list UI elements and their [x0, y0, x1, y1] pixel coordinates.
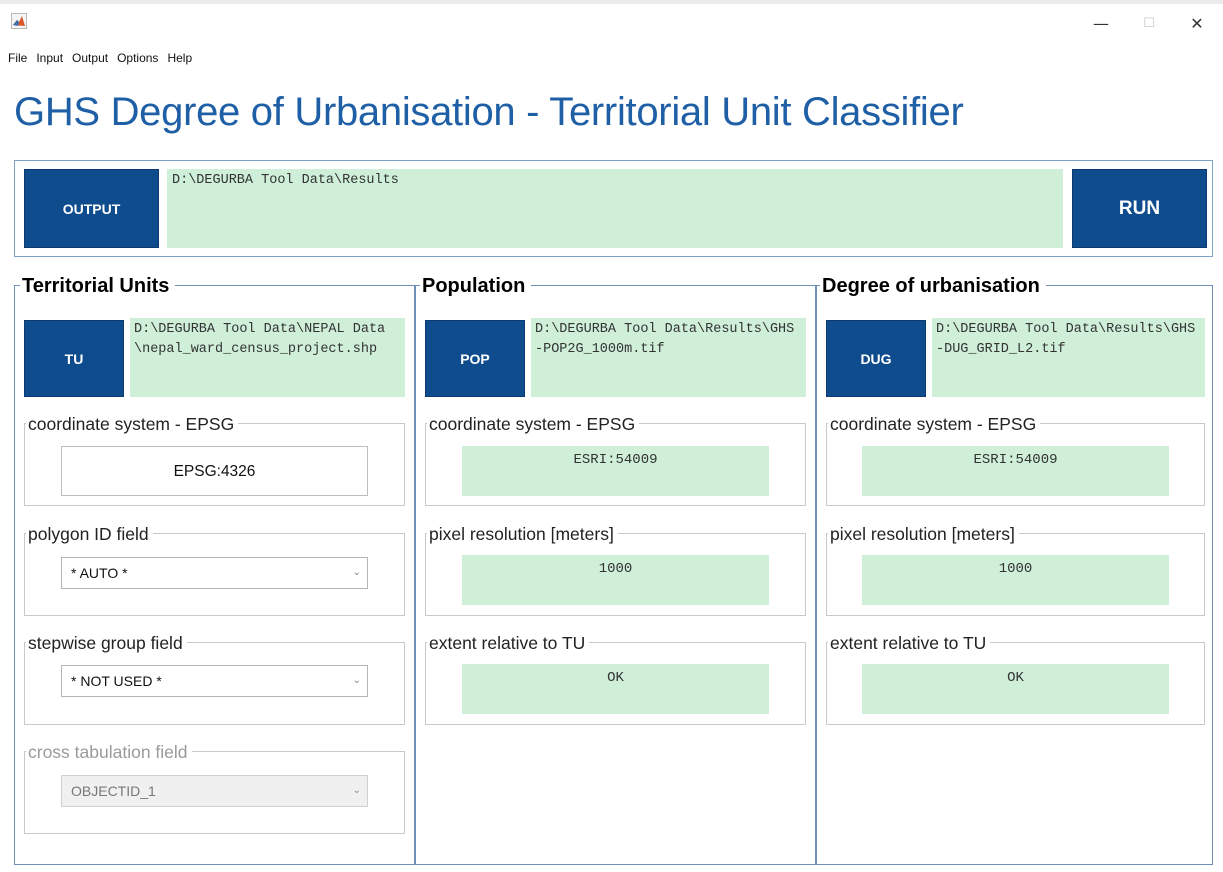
dug-crs-label: coordinate system - EPSG	[828, 413, 1041, 435]
chevron-down-icon: ⌄	[352, 567, 361, 578]
pop-extent-label: extent relative to TU	[427, 632, 590, 654]
output-path-field[interactable]: D:\DEGURBA Tool Data\Results	[167, 169, 1063, 248]
stepwise-group-label: stepwise group field	[26, 632, 187, 654]
dug-crs-field: ESRI:54009	[862, 446, 1169, 496]
titlebar-strip	[0, 0, 1223, 4]
territorial-units-title: Territorial Units	[20, 274, 176, 298]
pop-button[interactable]: POP	[425, 320, 525, 397]
pop-path-field[interactable]: D:\DEGURBA Tool Data\Results\GHS-POP2G_1…	[531, 318, 806, 397]
pop-crs-label: coordinate system - EPSG	[427, 413, 640, 435]
maximize-button[interactable]: ☐	[1126, 8, 1172, 38]
pop-crs-field: ESRI:54009	[462, 446, 769, 496]
polygon-id-value: * AUTO *	[71, 565, 128, 581]
run-button[interactable]: RUN	[1072, 169, 1207, 248]
matlab-logo-icon	[11, 13, 27, 29]
tu-crs-label: coordinate system - EPSG	[26, 413, 239, 435]
menu-help[interactable]: Help	[162, 48, 196, 68]
polygon-id-label: polygon ID field	[26, 523, 153, 545]
dug-button[interactable]: DUG	[826, 320, 926, 397]
stepwise-group-select[interactable]: * NOT USED * ⌄	[61, 665, 368, 697]
menu-output[interactable]: Output	[67, 48, 112, 68]
window-titlebar: — ☐ ✕	[0, 0, 1223, 44]
menu-options[interactable]: Options	[112, 48, 162, 68]
cross-tabulation-label: cross tabulation field	[26, 741, 192, 763]
dug-resolution-field: 1000	[862, 555, 1169, 605]
chevron-down-icon: ⌄	[352, 675, 361, 686]
tu-button[interactable]: TU	[24, 320, 124, 397]
pop-resolution-field: 1000	[462, 555, 769, 605]
stepwise-group-value: * NOT USED *	[71, 673, 162, 689]
tu-path-field[interactable]: D:\DEGURBA Tool Data\NEPAL Data\nepal_wa…	[130, 318, 405, 397]
degurba-title: Degree of urbanisation	[820, 274, 1046, 298]
chevron-down-icon: ⌄	[352, 785, 361, 796]
minimize-button[interactable]: —	[1078, 8, 1124, 38]
dug-extent-field: OK	[862, 664, 1169, 714]
menu-input[interactable]: Input	[31, 48, 67, 68]
menu-bar: File Input Output Options Help	[0, 48, 196, 68]
dug-resolution-label: pixel resolution [meters]	[828, 523, 1019, 545]
dug-extent-label: extent relative to TU	[828, 632, 991, 654]
cross-tabulation-select[interactable]: OBJECTID_1 ⌄	[61, 775, 368, 807]
cross-tabulation-value: OBJECTID_1	[71, 783, 156, 799]
dug-path-field[interactable]: D:\DEGURBA Tool Data\Results\GHS-DUG_GRI…	[932, 318, 1205, 397]
pop-extent-field: OK	[462, 664, 769, 714]
tu-crs-field[interactable]: EPSG:4326	[61, 446, 368, 496]
polygon-id-select[interactable]: * AUTO * ⌄	[61, 557, 368, 589]
app-title: GHS Degree of Urbanisation - Territorial…	[14, 90, 964, 134]
close-button[interactable]: ✕	[1174, 8, 1220, 38]
output-button[interactable]: OUTPUT	[24, 169, 159, 248]
output-panel: OUTPUT D:\DEGURBA Tool Data\Results RUN	[14, 160, 1213, 257]
pop-resolution-label: pixel resolution [meters]	[427, 523, 618, 545]
population-title: Population	[420, 274, 532, 298]
menu-file[interactable]: File	[0, 48, 31, 68]
